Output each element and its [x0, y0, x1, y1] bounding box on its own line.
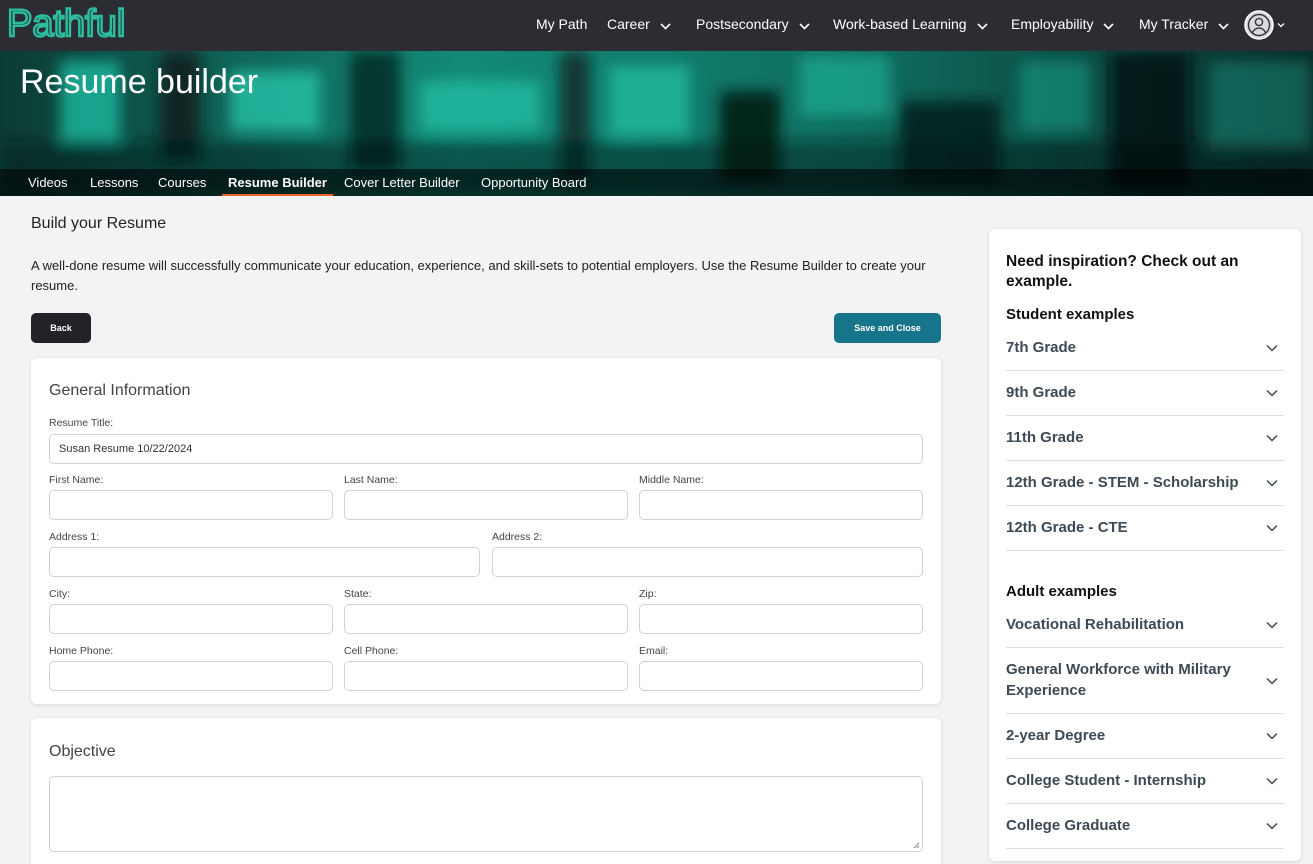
nav-label: Postsecondary — [696, 16, 789, 32]
middle-name-input[interactable] — [639, 490, 923, 520]
save-and-close-button[interactable]: Save and Close — [834, 313, 941, 343]
resume-title-input[interactable]: Susan Resume 10/22/2024 — [49, 434, 923, 464]
back-button[interactable]: Back — [31, 313, 91, 343]
objective-card: Objective — [31, 718, 941, 864]
example-general-workforce-military[interactable]: General Workforce with Military Experien… — [1006, 648, 1284, 714]
nav-label: My Path — [536, 16, 588, 32]
zip-label: Zip: — [639, 588, 657, 600]
nav-employability[interactable]: Employability — [1011, 0, 1115, 51]
chevron-down-icon — [1266, 434, 1278, 442]
chevron-down-icon — [1218, 1, 1229, 49]
sidebar-heading: Need inspiration? Check out an example. — [1006, 253, 1239, 290]
cell-phone-input[interactable] — [344, 661, 628, 691]
adult-examples-title: Adult examples — [1006, 583, 1117, 600]
example-11th-grade[interactable]: 11th Grade — [1006, 416, 1284, 461]
chevron-down-icon — [1266, 732, 1278, 740]
chevron-down-icon — [977, 1, 988, 49]
home-phone-input[interactable] — [49, 661, 333, 691]
email-input[interactable] — [639, 661, 923, 691]
section-tabs: Videos Lessons Courses Resume Builder Co… — [0, 169, 1313, 196]
intro-text: A well-done resume will successfully com… — [31, 258, 926, 293]
section-heading: Build your Resume — [31, 215, 167, 232]
zip-input[interactable] — [639, 604, 923, 634]
chevron-down-icon — [1266, 389, 1278, 397]
chevron-down-icon — [1266, 777, 1278, 785]
chevron-down-icon — [1266, 822, 1278, 830]
example-9th-grade[interactable]: 9th Grade — [1006, 371, 1284, 416]
tab-videos[interactable]: Videos — [28, 169, 68, 196]
accordion-label: Vocational Rehabilitation — [1006, 616, 1185, 633]
accordion-label: 7th Grade — [1006, 339, 1077, 356]
accordion-label: 2-year Degree — [1006, 727, 1106, 744]
card-title: General Information — [49, 382, 191, 399]
nav-label: Employability — [1011, 16, 1094, 32]
example-college-graduate[interactable]: College Graduate — [1006, 804, 1284, 849]
resize-grip-icon[interactable] — [913, 842, 920, 849]
nav-label: Career — [607, 16, 650, 32]
tab-resume-builder[interactable]: Resume Builder — [222, 169, 333, 196]
example-college-student-internship[interactable]: College Student - Internship — [1006, 759, 1284, 804]
nav-my-tracker[interactable]: My Tracker — [1139, 0, 1229, 51]
examples-sidebar: Need inspiration? Check out an example. … — [989, 229, 1301, 861]
nav-label: My Tracker — [1139, 16, 1209, 32]
home-phone-label: Home Phone: — [49, 645, 114, 657]
student-examples-title: Student examples — [1006, 306, 1135, 323]
state-label: State: — [344, 588, 372, 600]
example-2-year-degree[interactable]: 2-year Degree — [1006, 714, 1284, 759]
chevron-down-icon — [1266, 479, 1278, 487]
user-menu[interactable] — [1244, 10, 1290, 40]
tab-cover-letter-builder[interactable]: Cover Letter Builder — [344, 169, 460, 196]
accordion-label: 12th Grade - CTE — [1006, 519, 1128, 536]
accordion-label: 12th Grade - STEM - Scholarship — [1006, 474, 1239, 491]
logo-text: Pathful — [7, 3, 125, 45]
nav-label: Work-based Learning — [833, 16, 967, 32]
accordion-label: 11th Grade — [1006, 429, 1084, 446]
last-name-input[interactable] — [344, 490, 628, 520]
nav-my-path[interactable]: My Path — [536, 0, 587, 51]
top-navbar: Pathful My Path Career Postsecondary Wor… — [0, 0, 1313, 51]
accordion-label: 9th Grade — [1006, 384, 1077, 401]
last-name-label: Last Name: — [344, 474, 398, 486]
address2-input[interactable] — [492, 547, 923, 577]
objective-textarea[interactable] — [49, 776, 923, 852]
example-12th-grade-cte[interactable]: 12th Grade - CTE — [1006, 506, 1284, 551]
cell-phone-label: Cell Phone: — [344, 645, 399, 657]
resume-title-label: Resume Title: — [49, 417, 114, 429]
tab-lessons[interactable]: Lessons — [90, 169, 138, 196]
pathful-logo[interactable]: Pathful — [6, 2, 132, 48]
hero-banner: Resume builder Videos Lessons Courses Re… — [0, 51, 1313, 196]
chevron-down-icon — [1266, 524, 1278, 532]
state-input[interactable] — [344, 604, 628, 634]
email-label: Email: — [639, 645, 669, 657]
first-name-input[interactable] — [49, 490, 333, 520]
address1-label: Address 1: — [49, 531, 100, 543]
accordion-label: College Graduate — [1006, 817, 1131, 834]
city-input[interactable] — [49, 604, 333, 634]
first-name-label: First Name: — [49, 474, 104, 486]
example-12th-grade-stem-scholarship[interactable]: 12th Grade - STEM - Scholarship — [1006, 461, 1284, 506]
chevron-down-icon — [660, 1, 671, 49]
nav-career[interactable]: Career — [607, 0, 671, 51]
middle-name-label: Middle Name: — [639, 474, 704, 486]
tab-opportunity-board[interactable]: Opportunity Board — [481, 169, 587, 196]
chevron-down-icon — [1103, 1, 1115, 49]
chevron-down-icon — [799, 1, 810, 49]
address2-label: Address 2: — [492, 531, 543, 543]
accordion-label: College Student - Internship — [1006, 772, 1207, 789]
tab-courses[interactable]: Courses — [158, 169, 206, 196]
city-label: City: — [49, 588, 70, 600]
example-7th-grade[interactable]: 7th Grade — [1006, 325, 1284, 371]
accordion-label: General Workforce with Military Experien… — [1006, 661, 1231, 699]
example-vocational-rehabilitation[interactable]: Vocational Rehabilitation — [1006, 602, 1284, 648]
chevron-down-icon — [1266, 344, 1278, 352]
nav-work-based-learning[interactable]: Work-based Learning — [833, 0, 988, 51]
address1-input[interactable] — [49, 547, 480, 577]
general-information-card: General Information Resume Title: Susan … — [31, 358, 941, 704]
page-title: Resume builder — [20, 63, 259, 101]
chevron-down-icon — [1266, 677, 1278, 685]
card-title: Objective — [49, 743, 116, 760]
user-circle-icon — [1244, 10, 1285, 40]
chevron-down-icon — [1266, 621, 1278, 629]
nav-postsecondary[interactable]: Postsecondary — [696, 0, 810, 51]
